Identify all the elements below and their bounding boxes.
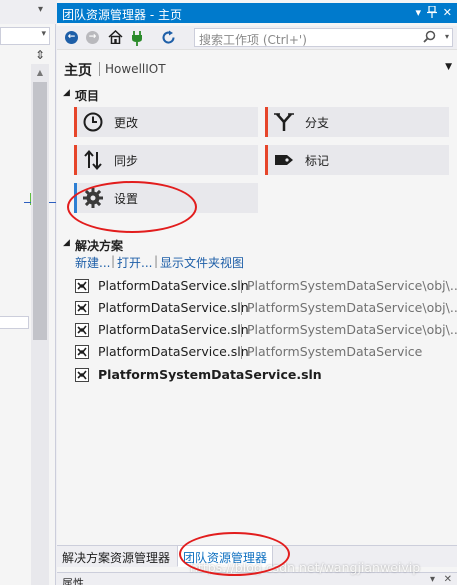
tile-label: 设置 (114, 192, 139, 206)
divider (241, 346, 242, 359)
tile-label: 标记 (305, 154, 330, 168)
solution-name: PlatformSystemDataService.sln (98, 367, 322, 382)
window-title: 团队资源管理器 - 主页 (62, 8, 182, 22)
tile-label: 分支 (305, 116, 330, 130)
member-dropdown[interactable]: ▾ (0, 27, 50, 45)
page-header: 主页 HowellIOT ▼ (57, 56, 457, 80)
tile-label: 更改 (114, 116, 139, 130)
refresh-icon[interactable] (160, 30, 176, 46)
open-solution-link[interactable]: 打开... (117, 254, 152, 271)
section-projects-header[interactable]: ◢ 项目 (57, 87, 457, 103)
sync-arrows-icon (82, 149, 104, 171)
pin-icon[interactable] (427, 5, 437, 21)
tile-accent (74, 145, 77, 175)
solution-item[interactable]: PlatformDataService.sln PlatformSystemDa… (75, 343, 455, 361)
vs-solution-icon (75, 368, 89, 382)
collapse-triangle-icon[interactable]: ◢ (63, 238, 70, 248)
vertical-scrollbar[interactable]: ⇕ ▲ (31, 48, 49, 585)
close-icon[interactable]: ✕ (444, 574, 452, 585)
divider (241, 280, 242, 293)
back-icon[interactable]: ← (65, 31, 78, 44)
properties-title: 属性 (62, 577, 84, 585)
chevron-down-icon[interactable]: ▾ (430, 574, 435, 585)
solution-path: PlatformSystemDataService (247, 344, 423, 359)
solution-name: PlatformDataService.sln (98, 278, 249, 293)
watermark: https://blog.csdn.net/wangjianweivip (190, 560, 421, 575)
project-name[interactable]: HowellIOT (105, 62, 166, 76)
clock-icon (82, 111, 104, 133)
tile-label: 同步 (114, 154, 139, 168)
splitter-icon[interactable]: ⇕ (31, 48, 49, 64)
solution-name: PlatformDataService.sln (98, 322, 249, 337)
tile-changes[interactable]: 更改 (74, 107, 258, 137)
screen: ▾ ▾ ⇕ ▲ 团队资源管理器 - 主页 ▾ ✕ ← → 搜索工作项 (Ctrl… (0, 0, 457, 585)
tile-accent (74, 107, 77, 137)
left-editor-strip: ▾ ▾ ⇕ ▲ (0, 0, 56, 585)
forward-icon[interactable]: → (86, 31, 99, 44)
left-strip-header: ▾ (0, 0, 56, 24)
vs-solution-icon (75, 323, 89, 337)
page-title: 主页 (64, 63, 92, 79)
solution-path: PlatformSystemDataService\obj\... (247, 300, 457, 315)
chevron-down-icon[interactable]: ▾ (445, 32, 449, 41)
tile-accent (265, 145, 268, 175)
solution-item[interactable]: PlatformDataService.sln PlatformSystemDa… (75, 299, 457, 317)
team-explorer-panel: 团队资源管理器 - 主页 ▾ ✕ ← → 搜索工作项 (Ctrl+') ▾ 主页… (57, 0, 457, 585)
vs-solution-icon (75, 279, 89, 293)
show-folder-view-link[interactable]: 显示文件夹视图 (160, 254, 244, 271)
title-bar[interactable]: 团队资源管理器 - 主页 ▾ ✕ (57, 3, 457, 23)
section-title: 项目 (75, 89, 100, 103)
solution-item[interactable]: PlatformSystemDataService.sln (75, 366, 455, 384)
window-menu-icon[interactable]: ▾ (415, 6, 421, 19)
tab-solution-explorer[interactable]: 解决方案资源管理器 (57, 546, 175, 567)
search-input[interactable]: 搜索工作项 (Ctrl+') ▾ (194, 28, 453, 47)
left-text-field[interactable] (0, 316, 29, 329)
solution-item[interactable]: PlatformDataService.sln PlatformSystemDa… (75, 321, 457, 339)
scroll-up-icon[interactable]: ▲ (31, 68, 49, 80)
new-solution-link[interactable]: 新建... (75, 254, 110, 271)
divider: | (111, 254, 116, 268)
divider (241, 324, 242, 337)
search-placeholder: 搜索工作项 (Ctrl+') (199, 33, 307, 47)
tile-accent (265, 107, 268, 137)
tile-accent (74, 183, 77, 213)
vs-solution-icon (75, 301, 89, 315)
section-title: 解决方案 (75, 239, 124, 253)
tile-tags[interactable]: 标记 (265, 145, 449, 175)
search-icon[interactable] (423, 30, 436, 47)
solution-item[interactable]: PlatformDataService.sln PlatformSystemDa… (75, 277, 457, 295)
branch-icon (273, 111, 295, 133)
solution-name: PlatformDataService.sln (98, 300, 249, 315)
chevron-down-icon[interactable]: ▾ (38, 4, 43, 15)
home-icon[interactable] (107, 29, 123, 46)
tile-settings[interactable]: 设置 (74, 183, 258, 213)
solution-path: PlatformSystemDataService\obj\... (247, 278, 457, 293)
solution-name: PlatformDataService.sln (98, 344, 249, 359)
close-icon[interactable]: ✕ (443, 6, 452, 19)
divider: | (154, 254, 159, 268)
gear-icon (82, 187, 104, 209)
tag-icon (273, 149, 295, 171)
vs-solution-icon (75, 345, 89, 359)
divider (99, 62, 100, 76)
chevron-down-icon[interactable]: ▼ (445, 62, 452, 72)
toolbar: ← → 搜索工作项 (Ctrl+') ▾ (57, 26, 457, 50)
tile-sync[interactable]: 同步 (74, 145, 258, 175)
section-solutions-header[interactable]: ◢ 解决方案 (57, 237, 457, 253)
collapse-triangle-icon[interactable]: ◢ (63, 88, 70, 98)
solution-path: PlatformSystemDataService\obj\... (247, 322, 457, 337)
plug-connect-icon[interactable] (129, 30, 145, 46)
tile-branches[interactable]: 分支 (265, 107, 449, 137)
chevron-down-icon: ▾ (41, 29, 46, 39)
divider (241, 302, 242, 315)
scrollbar-thumb[interactable] (33, 82, 47, 340)
